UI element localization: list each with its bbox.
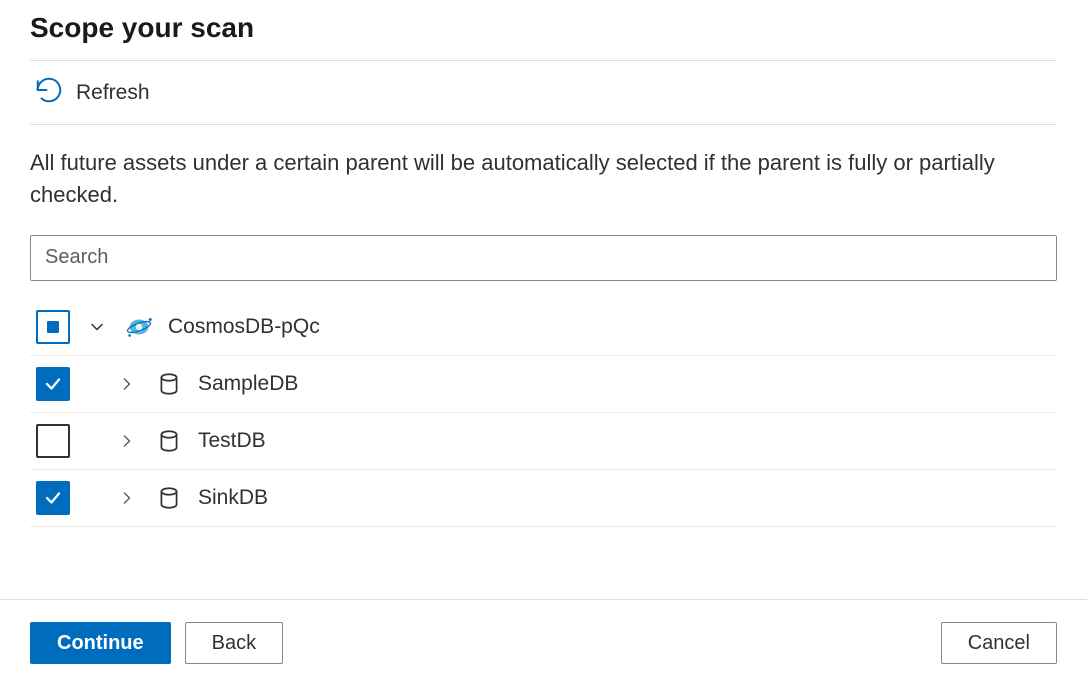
tree-item-label: TestDB (198, 429, 266, 453)
tree-row-root[interactable]: CosmosDB-pQc (30, 299, 1057, 356)
tree-item-label: SinkDB (198, 486, 268, 510)
continue-button[interactable]: Continue (30, 622, 171, 664)
tree-row[interactable]: TestDB (30, 413, 1057, 470)
database-icon (154, 369, 184, 399)
cosmos-db-icon (124, 312, 154, 342)
chevron-down-icon[interactable] (84, 314, 110, 340)
refresh-label: Refresh (76, 81, 150, 105)
chevron-right-icon[interactable] (114, 485, 140, 511)
database-icon (154, 426, 184, 456)
description-text: All future assets under a certain parent… (30, 125, 1030, 235)
tree-row[interactable]: SinkDB (30, 470, 1057, 527)
asset-tree: CosmosDB-pQc SampleDB (30, 299, 1057, 527)
checkbox-unchecked[interactable] (36, 424, 70, 458)
tree-root-label: CosmosDB-pQc (168, 315, 320, 339)
checkbox-checked[interactable] (36, 481, 70, 515)
refresh-button[interactable]: Refresh (30, 61, 1057, 124)
checkbox-indeterminate[interactable] (36, 310, 70, 344)
chevron-right-icon[interactable] (114, 371, 140, 397)
tree-row[interactable]: SampleDB (30, 356, 1057, 413)
page-title: Scope your scan (30, 12, 1057, 60)
cancel-button[interactable]: Cancel (941, 622, 1057, 664)
tree-item-label: SampleDB (198, 372, 298, 396)
refresh-icon (34, 75, 64, 110)
database-icon (154, 483, 184, 513)
checkbox-checked[interactable] (36, 367, 70, 401)
footer: Continue Back Cancel (0, 599, 1087, 686)
back-button[interactable]: Back (185, 622, 283, 664)
search-input[interactable] (30, 235, 1057, 281)
chevron-right-icon[interactable] (114, 428, 140, 454)
